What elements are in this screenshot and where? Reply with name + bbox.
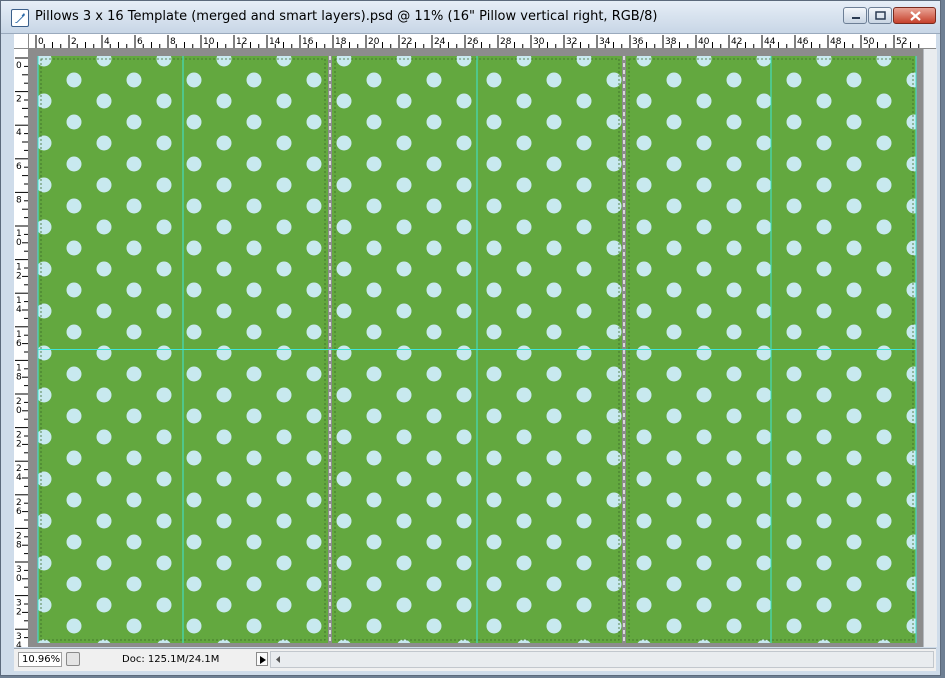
ruler-h-label: 8 xyxy=(170,37,176,47)
ruler-h-label: 14 xyxy=(269,37,281,47)
ruler-h-label: 48 xyxy=(830,37,842,47)
minimize-button[interactable] xyxy=(843,7,867,24)
status-menu-arrow-icon xyxy=(260,656,266,664)
ruler-v-label: 12 xyxy=(16,263,22,282)
window-title: Pillows 3 x 16 Template (merged and smar… xyxy=(35,9,658,24)
ruler-v-label: 6 xyxy=(16,162,22,172)
ruler-v-label: 14 xyxy=(16,296,22,315)
ruler-h-label: 34 xyxy=(599,37,611,47)
ruler-h-label: 42 xyxy=(731,37,742,47)
minimize-icon xyxy=(852,17,860,19)
ruler-h-label: 24 xyxy=(434,37,446,47)
scroll-left-button[interactable] xyxy=(271,652,286,667)
ruler-v-label: 26 xyxy=(16,498,22,517)
ruler-h-label: 20 xyxy=(368,37,380,47)
maximize-icon xyxy=(875,11,886,20)
ruler-h-label: 52 xyxy=(896,37,907,47)
ruler-v-label: 8 xyxy=(16,195,22,205)
ruler-v-label: 34 xyxy=(16,632,22,647)
zoom-level-field[interactable]: 10.96% xyxy=(18,652,62,667)
ruler-h-label: 26 xyxy=(467,37,479,47)
ruler-h-label: 40 xyxy=(698,37,710,47)
ruler-h-label: 38 xyxy=(665,37,677,47)
ruler-v-label: 10 xyxy=(16,229,22,248)
scroll-left-icon xyxy=(276,656,280,663)
maximize-button[interactable] xyxy=(868,7,892,24)
ruler-v-label: 4 xyxy=(16,128,22,138)
vertical-ruler[interactable]: 0246810121416182022242628303234 xyxy=(14,49,29,647)
ruler-v-label: 18 xyxy=(16,363,22,382)
close-button[interactable] xyxy=(893,7,936,24)
ruler-h-label: 50 xyxy=(863,37,875,47)
ruler-origin[interactable] xyxy=(14,34,29,49)
ruler-v-label: 32 xyxy=(16,599,22,618)
horizontal-ruler[interactable]: 0 2 4 6 8 10 12 14 16 18 20 22 24 26 28 30 32 34 36 38 40 42 4… xyxy=(14,34,936,49)
status-menu-button[interactable] xyxy=(256,652,268,666)
horizontal-scrollbar[interactable] xyxy=(270,651,934,668)
ruler-h-label: 0 xyxy=(38,37,44,47)
ruler-h-label: 32 xyxy=(566,37,577,47)
close-icon xyxy=(910,11,921,21)
ruler-h-label: 28 xyxy=(500,37,512,47)
ruler-h-label: 44 xyxy=(764,37,776,47)
ruler-h-label: 2 xyxy=(71,37,77,47)
ruler-v-label: 16 xyxy=(16,330,22,349)
document-size-info: Doc: 125.1M/24.1M xyxy=(122,654,220,665)
ruler-h-label: 30 xyxy=(533,37,545,47)
ruler-v-label: 0 xyxy=(16,61,22,71)
ruler-v-label: 28 xyxy=(16,531,22,550)
ruler-h-label: 4 xyxy=(104,37,110,47)
ruler-h-label: 36 xyxy=(632,37,644,47)
ruler-v-label: 30 xyxy=(16,565,22,584)
ruler-v-label: 2 xyxy=(16,95,22,105)
photoshop-feather-icon xyxy=(11,9,29,27)
document-canvas[interactable] xyxy=(29,49,923,647)
ruler-h-label: 10 xyxy=(203,37,215,47)
ruler-v-label: 22 xyxy=(16,431,22,450)
ruler-h-label: 12 xyxy=(236,37,247,47)
ruler-v-label: 20 xyxy=(16,397,22,416)
ruler-h-label: 16 xyxy=(302,37,314,47)
document-window: Pillows 3 x 16 Template (merged and smar… xyxy=(0,0,941,676)
zoom-preview-icon[interactable] xyxy=(66,652,80,666)
status-bar: 10.96% Doc: 125.1M/24.1M xyxy=(14,648,936,671)
ruler-h-label: 22 xyxy=(401,37,412,47)
ruler-h-label: 46 xyxy=(797,37,809,47)
ruler-h-label: 18 xyxy=(335,37,347,47)
vertical-scrollbar[interactable] xyxy=(923,49,937,647)
title-bar[interactable]: Pillows 3 x 16 Template (merged and smar… xyxy=(1,1,940,34)
ruler-v-label: 24 xyxy=(16,464,22,483)
ruler-h-label: 6 xyxy=(137,37,143,47)
